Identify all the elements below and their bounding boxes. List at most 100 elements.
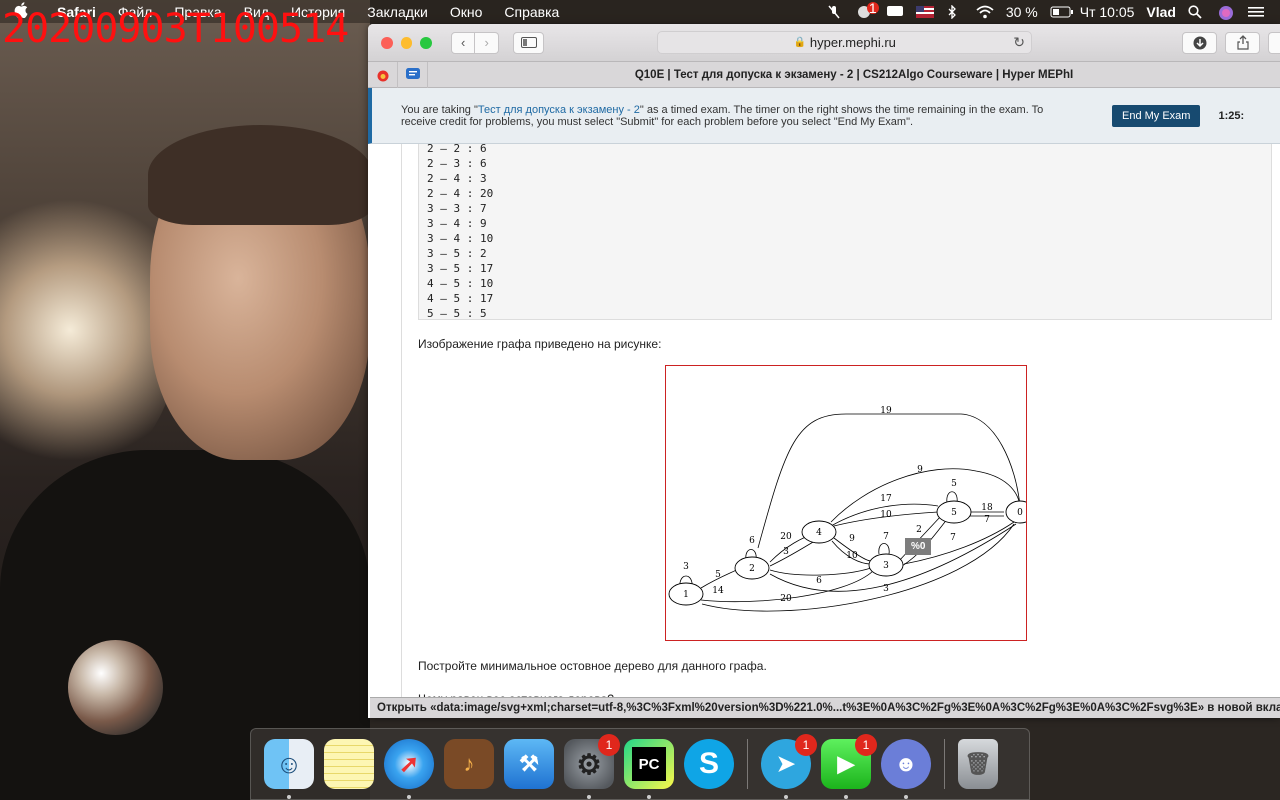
dock-pycharm[interactable]: PC: [624, 739, 674, 799]
fullscreen-window-button[interactable]: [420, 36, 433, 49]
mic-muted-icon[interactable]: [826, 5, 844, 19]
edge-list-line: 3 – 3 : 7: [427, 202, 487, 215]
dock-separator: [944, 739, 945, 789]
edge-list-line: 2 – 2 : 6: [427, 144, 487, 155]
edge-label: 7: [984, 515, 990, 525]
address-bar[interactable]: 🔒 hyper.mephi.ru ↻: [657, 31, 1032, 54]
edge-label: 18: [981, 503, 993, 513]
node-label-0: 0: [1017, 508, 1023, 518]
loop-3: [878, 543, 890, 555]
edge-list-block: 2 – 2 : 6 2 – 3 : 6 2 – 4 : 3 2 – 4 : 20 3 –…: [418, 144, 1272, 320]
graph-image[interactable]: 1 2 4 3 5 0 19 9 17 10 5 18 7 6 20 3 9 1…: [665, 365, 1027, 641]
compass-icon: ➚: [398, 750, 420, 778]
share-button[interactable]: [1225, 31, 1261, 54]
node-label-2: 2: [749, 564, 755, 574]
notification-badge: 1: [598, 734, 620, 756]
url-text: hyper.mephi.ru: [809, 35, 896, 50]
lock-icon: 🔒: [793, 37, 806, 48]
dock-safari[interactable]: ➚: [384, 739, 434, 799]
notification-badge: 1: [855, 734, 877, 756]
node-0: [1005, 500, 1026, 524]
forward-button[interactable]: ›: [475, 31, 500, 54]
menu-help[interactable]: Справка: [504, 4, 559, 20]
reload-icon[interactable]: ↻: [1013, 34, 1025, 51]
node-label-5: 5: [951, 508, 957, 518]
finder-icon: ☺: [275, 748, 303, 779]
edge-label: 7: [950, 533, 956, 543]
battery-percent: 30 %: [1005, 3, 1038, 20]
edge-label: 3: [783, 547, 789, 557]
dock-discord[interactable]: ☻: [881, 739, 931, 799]
browser-status-bar: Открыть «data:image/svg+xml;charset=utf-…: [370, 697, 1280, 718]
pinned-tab-weibo[interactable]: [368, 61, 398, 88]
pinned-tab-chat[interactable]: [398, 61, 428, 88]
end-exam-button[interactable]: End My Exam: [1112, 104, 1201, 127]
edge-label: 10: [846, 551, 858, 561]
edge-label: 5: [715, 570, 721, 580]
edge-label: 2: [916, 525, 922, 535]
skype-icon: S: [698, 747, 719, 780]
keyboard-layout-flag-icon[interactable]: [915, 5, 934, 19]
hammer-icon: ⚒: [519, 751, 539, 776]
running-indicator: [784, 795, 788, 799]
edge-list-line: 3 – 5 : 17: [427, 262, 494, 275]
dock-system-preferences[interactable]: ⚙ 1: [564, 734, 620, 799]
back-button[interactable]: ‹: [451, 31, 476, 54]
browser-toolbar: ‹ › 🔒 hyper.mephi.ru ↻: [368, 24, 1280, 62]
active-tab-title[interactable]: Q10E | Тест для допуска к экзамену - 2 |…: [428, 69, 1280, 81]
dock-telegram[interactable]: ➤ 1: [761, 734, 817, 799]
edge-label: 6: [816, 576, 822, 586]
edge-label: 6: [749, 536, 755, 546]
download-icon: [1193, 36, 1207, 49]
dock-notes[interactable]: [324, 739, 374, 789]
dock-trash[interactable]: 🗑: [958, 739, 998, 789]
discord-icon: ☻: [894, 751, 918, 776]
exam-link[interactable]: Тест для допуска к экзамену - 2: [478, 104, 640, 116]
edge-label: 9: [849, 534, 855, 544]
running-indicator: [587, 795, 591, 799]
menu-bookmarks[interactable]: Закладки: [367, 4, 428, 20]
exam-notice-text: You are taking "Тест для допуска к экзам…: [372, 104, 1072, 128]
wifi-icon[interactable]: [976, 5, 994, 19]
mail-icon[interactable]: 1: [856, 1, 879, 19]
task-text: Постройте минимальное остовное дерево дл…: [418, 659, 767, 673]
menubar-user[interactable]: Vlad: [1146, 4, 1176, 20]
dock-garageband[interactable]: ♪: [444, 739, 494, 789]
edge-list-line: 5 – 5 : 5: [427, 307, 487, 320]
weibo-icon: [377, 70, 388, 81]
bluetooth-icon[interactable]: [946, 3, 964, 20]
sidebar-toggle-button[interactable]: [513, 31, 545, 54]
downloads-button[interactable]: [1181, 31, 1218, 54]
battery-icon[interactable]: [1050, 5, 1073, 19]
dock-skype[interactable]: S: [684, 739, 734, 789]
edge-list-line: 4 – 5 : 17: [427, 292, 494, 305]
chevron-right-icon: ›: [484, 35, 489, 50]
sidebar-icon: [520, 37, 537, 48]
siri-icon[interactable]: [1218, 5, 1236, 20]
running-indicator: [844, 795, 848, 799]
tab-bar: Q10E | Тест для допуска к экзамену - 2 |…: [368, 61, 1280, 88]
menubar-clock[interactable]: Чт 10:05: [1080, 4, 1135, 20]
edge-4-0: [830, 468, 1021, 523]
content-left-rule: [401, 144, 402, 718]
message-icon[interactable]: [886, 5, 904, 19]
exam-timer: 1:25:: [1218, 109, 1245, 122]
dock-facetime[interactable]: ▶ 1: [821, 734, 877, 799]
node-label-3: 3: [883, 561, 889, 571]
dock-xcode[interactable]: ⚒: [504, 739, 554, 789]
minimize-window-button[interactable]: [400, 36, 413, 49]
tab-overview-button[interactable]: [1268, 31, 1280, 54]
edge-label: 5: [951, 479, 957, 489]
dock-finder[interactable]: ☺: [264, 739, 314, 799]
notification-center-icon[interactable]: [1248, 5, 1266, 19]
spotlight-search-icon[interactable]: [1188, 4, 1206, 19]
running-indicator: [287, 795, 291, 799]
safari-window: ‹ › 🔒 hyper.mephi.ru ↻ Q10E | Тест для д…: [368, 24, 1280, 718]
dock-separator: [747, 739, 748, 789]
exam-notice-prefix: You are taking ": [401, 103, 478, 116]
close-window-button[interactable]: [381, 36, 393, 49]
menu-window[interactable]: Окно: [450, 4, 483, 20]
trash-icon: 🗑: [964, 751, 992, 776]
edge-list-line: 3 – 4 : 9: [427, 217, 487, 230]
chevron-left-icon: ‹: [460, 35, 466, 50]
